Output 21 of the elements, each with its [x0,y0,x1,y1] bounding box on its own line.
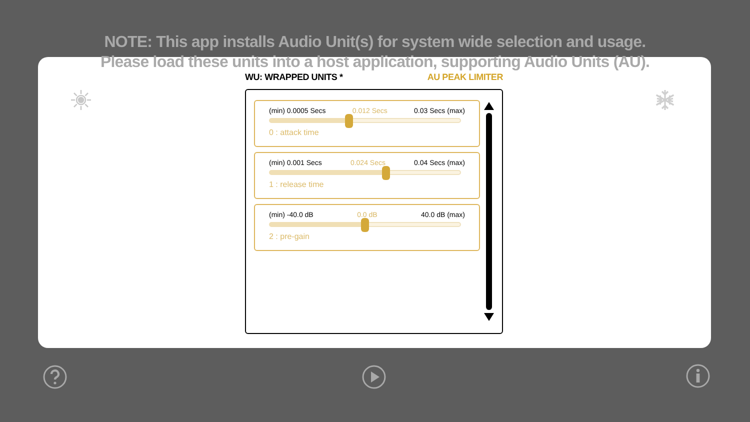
slider-thumb[interactable] [382,166,390,180]
help-icon[interactable] [43,365,67,389]
parameter-label: 0 : attack time [269,128,320,138]
slider-track[interactable] [269,218,461,232]
scroll-up-arrow-icon[interactable] [484,102,494,110]
scrollbar[interactable] [486,113,492,310]
info-icon[interactable] [686,364,710,388]
note-text: NOTE: This app installs Audio Unit(s) for system wide selection and usage. [104,33,646,53]
scroll-down-arrow-icon[interactable] [484,313,494,321]
parameter-label: 2 : pre-gain [269,232,310,242]
units-title: WU: WRAPPED UNITS * [245,71,343,84]
note-text: Please load these units into a host application, supporting Audio Units (AU). [100,53,650,73]
plugin-name: AU PEAK LIMITER [427,71,503,84]
parameter-label: 1 : release time [269,180,325,190]
snowflake-icon[interactable] [654,89,676,111]
slider-thumb[interactable] [361,218,369,232]
sun-icon[interactable] [70,89,92,111]
play-icon[interactable] [362,365,386,389]
slider-track[interactable] [269,166,461,180]
slider-track[interactable] [269,114,461,128]
slider-thumb[interactable] [345,114,354,128]
